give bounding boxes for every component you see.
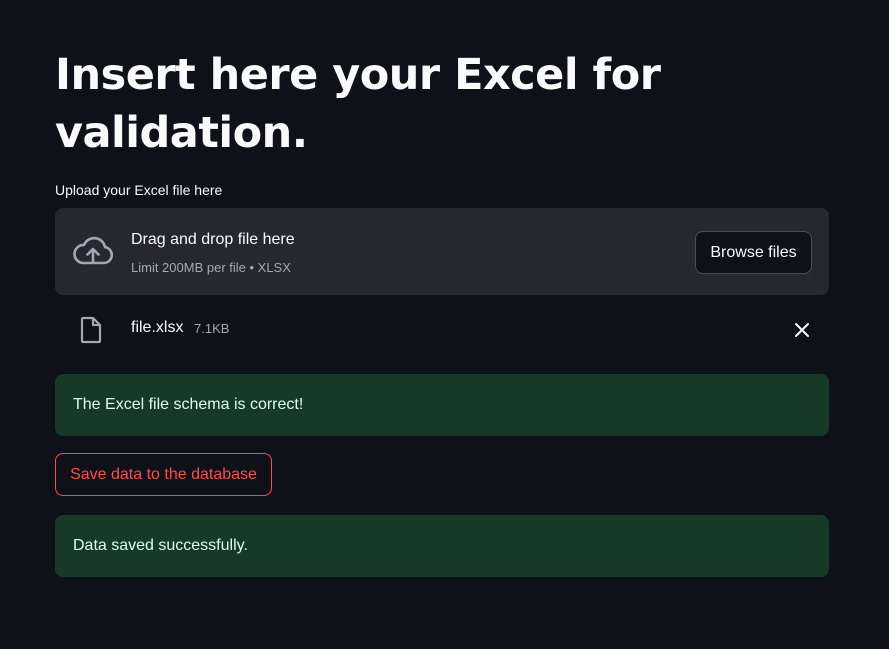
uploaded-file-name: file.xlsx	[131, 319, 184, 336]
schema-success-alert: The Excel file schema is correct!	[55, 374, 829, 436]
page-title: Insert here your Excel for validation.	[55, 50, 661, 158]
dropzone-title: Drag and drop file here	[131, 231, 295, 248]
uploader-label: Upload your Excel file here	[55, 182, 223, 198]
uploaded-file-row: file.xlsx 7.1KB	[55, 309, 829, 351]
close-icon	[791, 323, 813, 344]
dropzone-limit-text: Limit 200MB per file • XLSX	[131, 260, 291, 275]
save-to-database-button[interactable]: Save data to the database	[55, 453, 272, 496]
remove-file-button[interactable]	[791, 319, 813, 341]
browse-files-button[interactable]: Browse files	[695, 231, 812, 274]
file-icon	[79, 316, 103, 344]
file-dropzone[interactable]: Drag and drop file here Limit 200MB per …	[55, 208, 829, 295]
uploaded-file-size: 7.1KB	[194, 321, 230, 336]
save-success-alert: Data saved successfully.	[55, 515, 829, 577]
cloud-upload-icon	[72, 235, 114, 267]
